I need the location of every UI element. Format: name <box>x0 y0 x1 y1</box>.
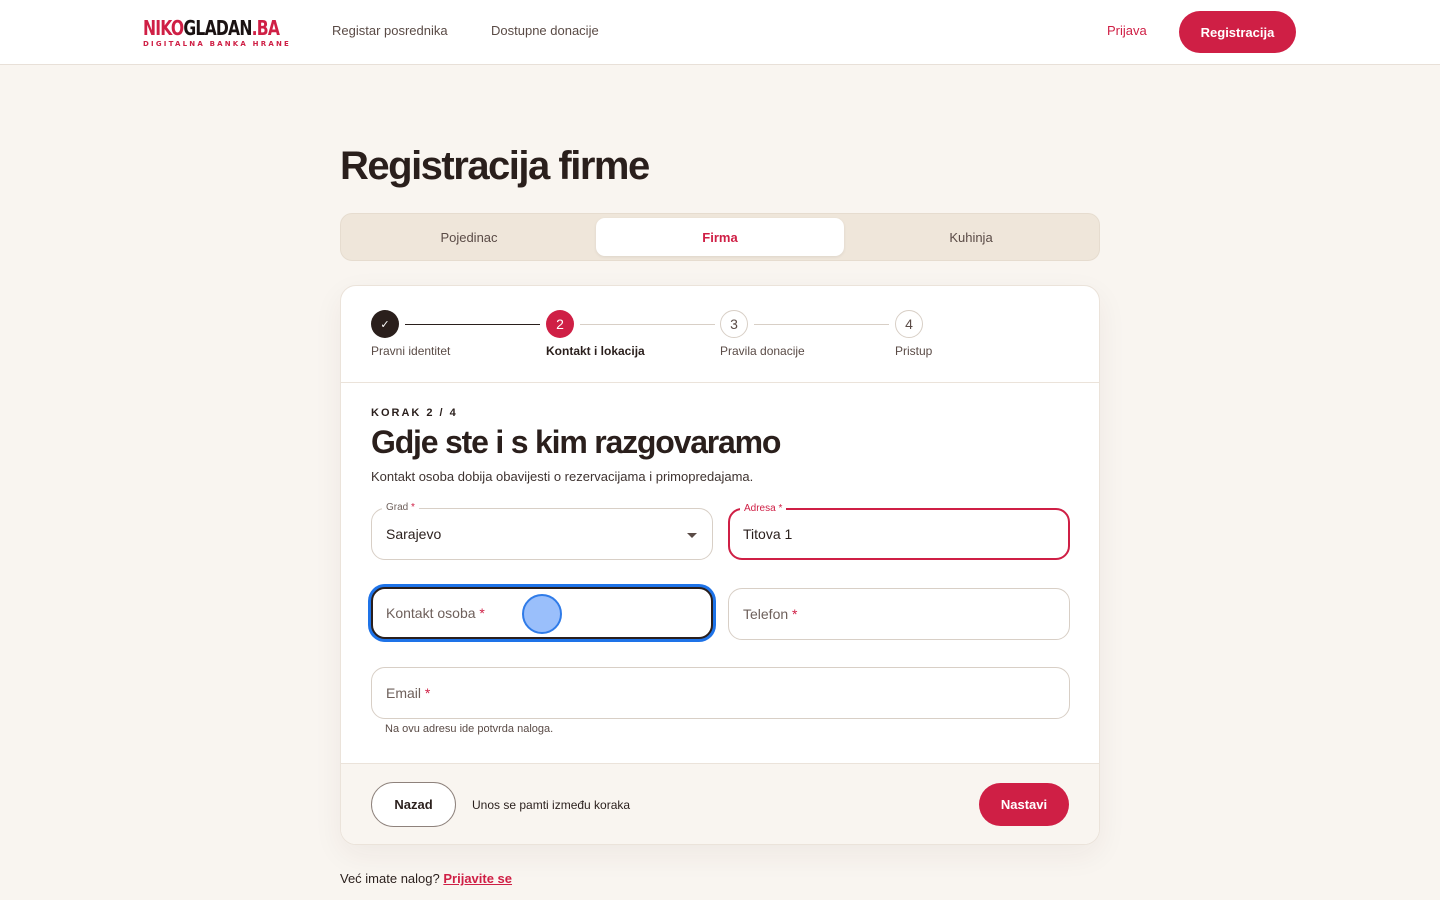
step-2-label: Kontakt i lokacija <box>546 344 645 358</box>
autosave-note: Unos se pamti između koraka <box>472 798 631 812</box>
phone-placeholder: Telefon * <box>743 606 798 622</box>
next-button[interactable]: Nastavi <box>979 783 1069 826</box>
section-subtitle: Kontakt osoba dobija obavijesti o rezerv… <box>371 469 754 484</box>
registration-form-card: ✓ 2 3 4 Pravni identitet Kontakt i lokac… <box>340 285 1100 845</box>
step-1-check-icon: ✓ <box>371 310 399 338</box>
step-3-label: Pravila donacije <box>720 344 805 358</box>
city-value: Sarajevo <box>386 526 442 542</box>
page-title: Registracija firme <box>340 144 650 188</box>
email-placeholder: Email * <box>386 685 431 701</box>
email-hint: Na ovu adresu ide potvrda naloga. <box>385 723 554 735</box>
chevron-down-icon <box>687 533 697 538</box>
address-field[interactable]: Adresa * Titova 1 <box>728 502 1070 560</box>
step-2-indicator: 2 <box>546 310 574 338</box>
login-link-bottom[interactable]: Prijavite se <box>443 871 512 886</box>
logo-tagline: DIGITALNA BANKA HRANE <box>143 40 291 48</box>
step-kicker: KORAK 2 / 4 <box>371 407 458 419</box>
nav-link-registar-posrednika[interactable]: Registar posrednika <box>332 23 448 38</box>
contact-person-placeholder: Kontakt osoba * <box>386 605 485 621</box>
logo-wordmark: NIKOGLADAN.BA <box>143 16 280 40</box>
step-4-indicator: 4 <box>895 310 923 338</box>
site-logo[interactable]: NIKOGLADAN.BA DIGITALNA BANKA HRANE <box>143 16 291 48</box>
city-label: Grad * <box>382 501 419 515</box>
step-connector <box>754 324 889 325</box>
address-value: Titova 1 <box>743 526 793 542</box>
step-connector <box>405 324 540 325</box>
registration-type-tabs: Pojedinac Firma Kuhinja <box>340 213 1100 261</box>
nav-link-dostupne-donacije[interactable]: Dostupne donacije <box>491 23 599 38</box>
section-title: Gdje ste i s kim razgovaramo <box>371 424 781 460</box>
form-footer: Nazad Unos se pamti između koraka Nastav… <box>341 763 1099 844</box>
step-1-label: Pravni identitet <box>371 344 451 358</box>
tab-pojedinac[interactable]: Pojedinac <box>345 218 593 256</box>
step-4-label: Pristup <box>895 344 933 358</box>
login-link[interactable]: Prijava <box>1107 23 1147 38</box>
phone-field[interactable]: Telefon * <box>728 588 1070 640</box>
email-field[interactable]: Email * <box>371 667 1070 719</box>
step-connector <box>580 324 715 325</box>
pointer-cursor-indicator <box>522 594 562 634</box>
register-button[interactable]: Registracija <box>1179 11 1296 53</box>
step-3-indicator: 3 <box>720 310 748 338</box>
city-select[interactable]: Grad * Sarajevo <box>371 501 713 560</box>
existing-account-note: Već imate nalog? Prijavite se <box>340 871 513 886</box>
progress-stepper: ✓ 2 3 4 Pravni identitet Kontakt i lokac… <box>341 286 1099 383</box>
tab-firma[interactable]: Firma <box>596 218 844 256</box>
address-label: Adresa * <box>740 502 787 516</box>
top-navigation-bar: NIKOGLADAN.BA DIGITALNA BANKA HRANE Regi… <box>0 0 1440 65</box>
tab-kuhinja[interactable]: Kuhinja <box>847 218 1095 256</box>
back-button[interactable]: Nazad <box>371 782 456 827</box>
